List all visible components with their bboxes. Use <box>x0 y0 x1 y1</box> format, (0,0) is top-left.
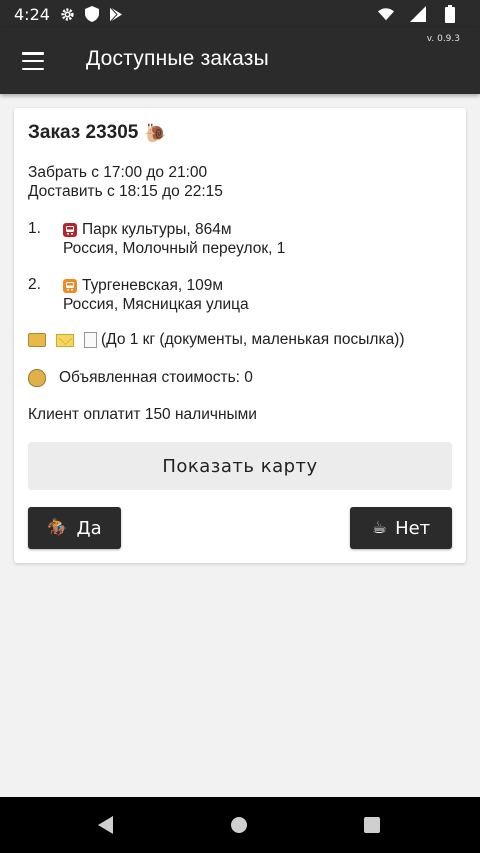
signal-icon <box>410 6 426 22</box>
metro-icon <box>63 279 77 293</box>
status-bar: 4:24 <box>0 0 480 28</box>
page-title: Доступные заказы <box>86 47 269 70</box>
show-map-button[interactable]: Показать карту <box>28 442 452 490</box>
menu-icon[interactable] <box>22 52 44 70</box>
document-icon <box>84 332 97 348</box>
stop-item: Парк культуры, 864м Россия, Молочный пер… <box>63 220 285 258</box>
play-store-icon <box>108 6 124 22</box>
money-bag-icon <box>28 369 46 387</box>
navigation-bar <box>0 797 480 853</box>
stop-number: 2. <box>28 276 41 293</box>
payment-info: Клиент оплатит 150 наличными <box>28 406 257 423</box>
recents-icon[interactable] <box>364 817 380 833</box>
metro-icon <box>63 223 77 237</box>
wifi-icon <box>378 6 394 22</box>
parcel-description: (До 1 кг (документы, маленькая посылка)) <box>101 331 405 348</box>
no-label: Нет <box>395 517 431 539</box>
status-time: 4:24 <box>14 4 50 24</box>
declared-value-row: Объявленная стоимость: 0 <box>28 369 253 387</box>
stop-item: Тургеневская, 109м Россия, Мясницкая ули… <box>63 276 249 314</box>
snail-icon: 🐌 <box>144 122 167 143</box>
parcel-row: (До 1 кг (документы, маленькая посылка)) <box>28 331 405 349</box>
no-button[interactable]: ☕ Нет <box>350 507 452 549</box>
order-title-row: Заказ 23305 🐌 <box>28 122 167 144</box>
gear-icon <box>60 6 76 22</box>
app-version: v. 0.9.3 <box>426 34 460 44</box>
declared-value: Объявленная стоимость: 0 <box>59 369 253 386</box>
package-icon <box>28 333 46 347</box>
coffee-icon: ☕ <box>371 518 388 538</box>
horse-racing-icon: 🏇 <box>47 518 69 538</box>
home-icon[interactable] <box>231 817 247 833</box>
delivery-time: Доставить с 18:15 до 22:15 <box>28 183 223 200</box>
stop-station: Тургеневская, 109м <box>82 277 223 294</box>
yes-button[interactable]: 🏇 Да <box>28 507 121 549</box>
pickup-time: Забрать с 17:00 до 21:00 <box>28 164 208 181</box>
battery-icon <box>442 5 458 23</box>
app-bar: Доступные заказы v. 0.9.3 <box>0 28 480 94</box>
yes-label: Да <box>76 517 102 539</box>
shield-icon <box>84 6 100 22</box>
back-icon[interactable] <box>98 816 113 834</box>
stop-address: Россия, Мясницкая улица <box>63 296 249 313</box>
order-title: Заказ 23305 <box>28 122 139 143</box>
envelope-icon <box>56 333 74 347</box>
order-card: Заказ 23305 🐌 Забрать с 17:00 до 21:00 Д… <box>14 108 466 563</box>
stop-number: 1. <box>28 220 41 237</box>
stop-address: Россия, Молочный переулок, 1 <box>63 240 286 257</box>
stop-station: Парк культуры, 864м <box>82 221 232 238</box>
